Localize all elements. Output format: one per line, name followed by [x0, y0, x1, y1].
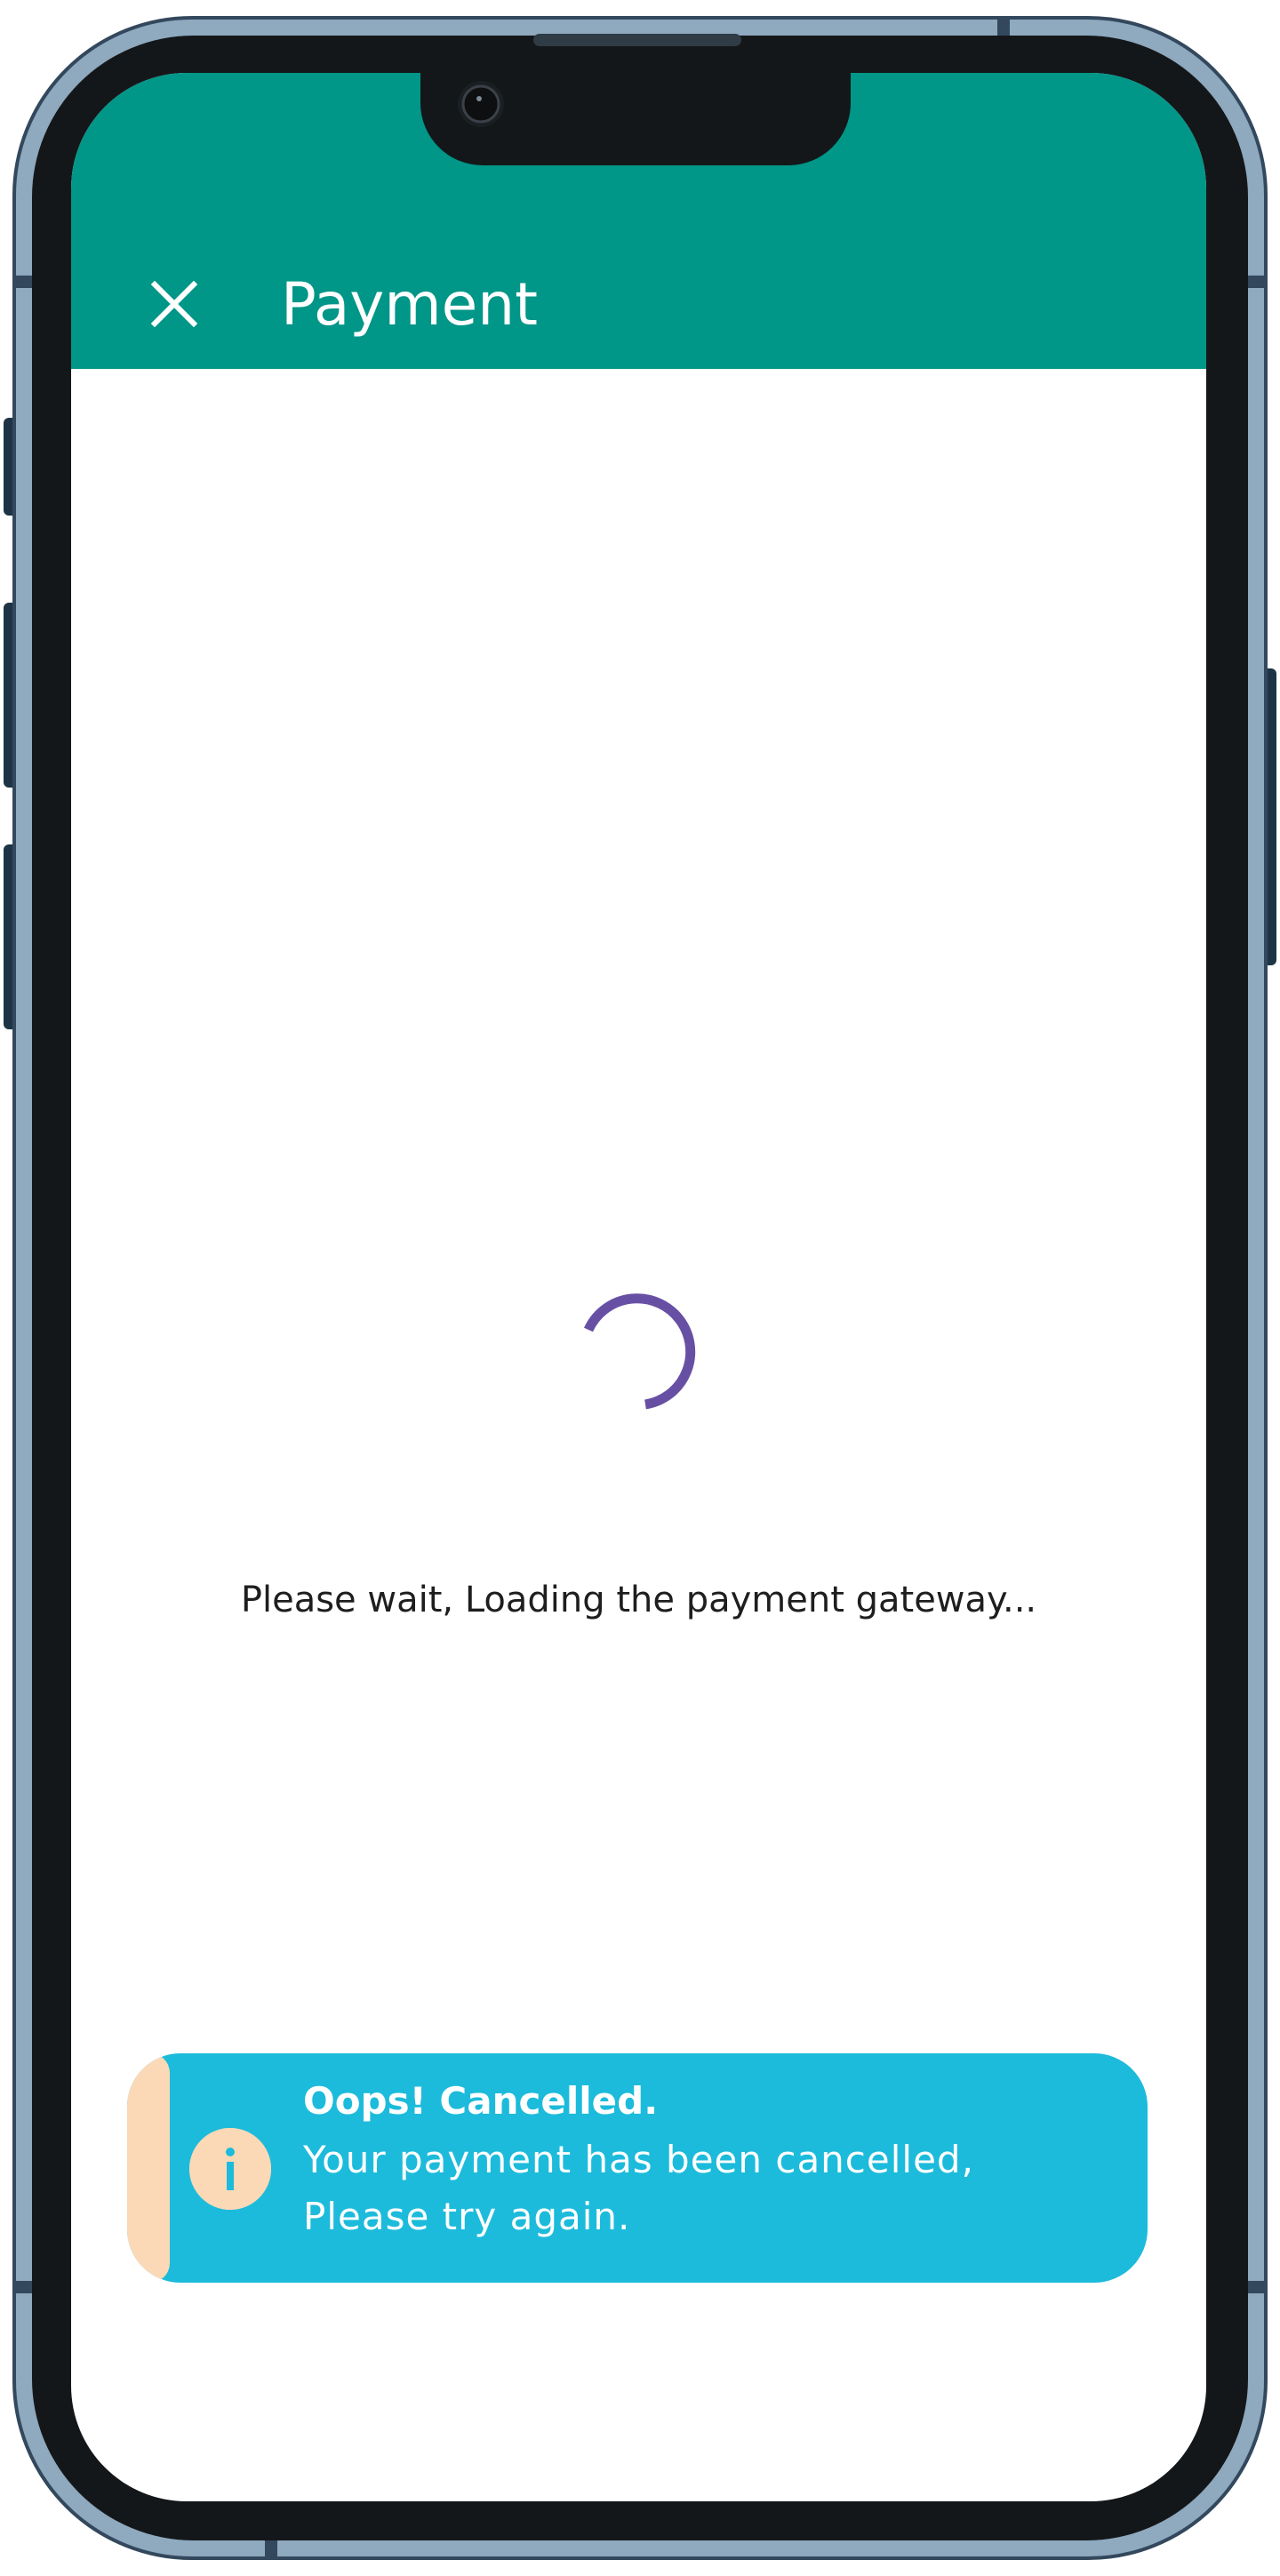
- snackbar-title: Oops! Cancelled.: [303, 2079, 659, 2123]
- loading-spinner-icon: [578, 1291, 700, 1413]
- snackbar-accent-bar: [127, 2053, 170, 2283]
- snackbar-message: Your payment has been cancelled, Please …: [303, 2138, 974, 2238]
- app-screen: Payment Please wait, Loading the payment…: [71, 73, 1206, 2501]
- cancelled-snackbar: Oops! Cancelled. Your payment has been c…: [127, 2053, 1148, 2283]
- close-button[interactable]: [121, 251, 228, 357]
- camera-icon: [458, 81, 504, 127]
- page-title: Payment: [281, 270, 538, 339]
- loading-message: Please wait, Loading the payment gateway…: [240, 1580, 1037, 1620]
- close-icon: [151, 281, 197, 327]
- info-icon: [189, 2128, 271, 2210]
